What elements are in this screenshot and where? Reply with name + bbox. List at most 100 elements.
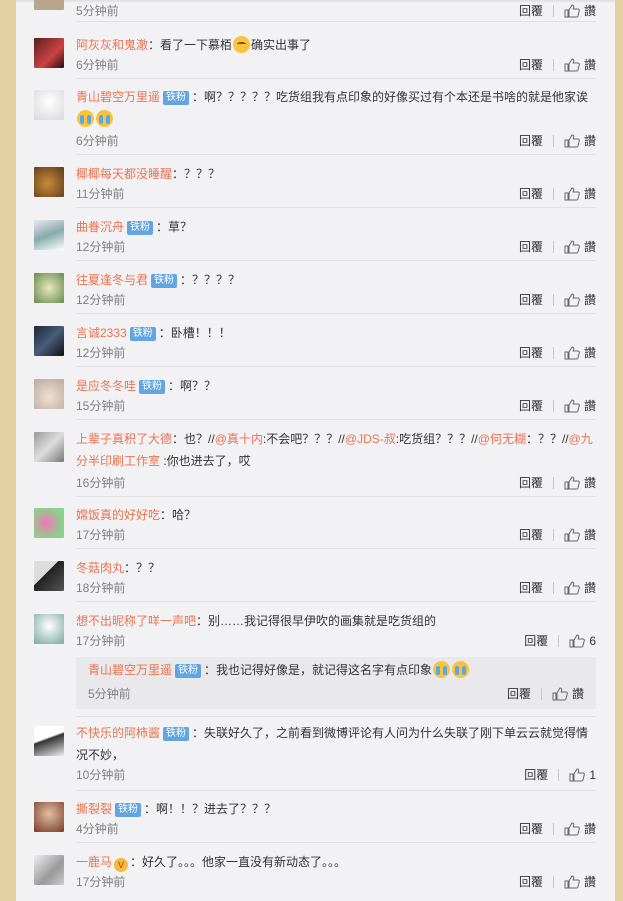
reply-button[interactable]: 回覆: [524, 632, 548, 650]
thumb-up-icon[interactable]: [564, 581, 580, 595]
thumb-up-icon[interactable]: [564, 476, 580, 490]
comment-username[interactable]: 言诚2333: [76, 326, 127, 340]
avatar[interactable]: [34, 167, 64, 197]
thumb-up-icon[interactable]: [564, 58, 580, 72]
mention-link[interactable]: @真十内: [215, 432, 263, 446]
like-button[interactable]: 讚: [584, 238, 596, 256]
thumb-up-icon[interactable]: [564, 875, 580, 889]
like-button[interactable]: 讚: [584, 344, 596, 362]
reply-button[interactable]: 回覆: [519, 56, 543, 74]
reply-button[interactable]: 回覆: [507, 685, 531, 703]
thumb-up-icon[interactable]: [564, 399, 580, 413]
like-button[interactable]: 讚: [584, 820, 596, 838]
like-button[interactable]: 讚: [584, 56, 596, 74]
avatar[interactable]: [34, 855, 64, 885]
avatar[interactable]: [34, 90, 64, 120]
comment-username[interactable]: 是应冬冬哇: [76, 379, 136, 393]
reply-button[interactable]: 回覆: [519, 344, 543, 362]
comment-username[interactable]: 曲眷沉舟: [76, 220, 124, 234]
thumb-up-icon[interactable]: [564, 528, 580, 542]
reply-button[interactable]: 回覆: [519, 397, 543, 415]
thumb-up-icon[interactable]: [564, 187, 580, 201]
fan-badge: 铁粉: [175, 664, 202, 678]
avatar[interactable]: [34, 561, 64, 591]
comment-username[interactable]: 往夏逢冬与君: [76, 273, 148, 287]
comment-text: ：？？//: [525, 432, 569, 446]
reply-button[interactable]: 回覆: [519, 873, 543, 891]
avatar[interactable]: [34, 432, 64, 462]
fan-badge: 铁粉: [127, 221, 154, 235]
sub-reply-username[interactable]: 青山碧空万里遥: [88, 663, 172, 677]
action-separator: [552, 59, 554, 71]
thumb-up-icon[interactable]: [564, 293, 580, 307]
comment-username[interactable]: 阿灰灰和鬼澈: [76, 38, 148, 52]
thumb-up-icon[interactable]: [569, 634, 586, 648]
reply-button[interactable]: 回覆: [519, 820, 543, 838]
mention-link[interactable]: 分半印刷工作室: [76, 454, 160, 468]
reply-button[interactable]: 回覆: [519, 474, 543, 492]
thumb-up-icon[interactable]: [569, 768, 586, 782]
comment-username[interactable]: 冬菇肉丸: [76, 561, 124, 575]
sub-reply-body: 青山碧空万里遥 铁粉 ：我也记得好像是，就记得这名字有点印象: [88, 659, 596, 681]
avatar[interactable]: [34, 379, 64, 409]
fan-badge: 铁粉: [151, 274, 178, 288]
comment-username[interactable]: 想不出昵称了咩一声吧: [76, 614, 196, 628]
mention-link[interactable]: @九: [569, 432, 593, 446]
avatar[interactable]: [34, 726, 64, 756]
like-button[interactable]: 讚: [584, 185, 596, 203]
avatar[interactable]: [34, 326, 64, 356]
reply-button[interactable]: 回覆: [519, 291, 543, 309]
like-button[interactable]: 讚: [584, 397, 596, 415]
avatar[interactable]: [34, 802, 64, 832]
like-button[interactable]: 讚: [584, 291, 596, 309]
like-button[interactable]: 讚: [584, 579, 596, 597]
comment-username[interactable]: 不快乐的阿柿酱: [76, 726, 160, 740]
thumb-up-icon[interactable]: [552, 687, 568, 701]
comment-username[interactable]: 嫦饭真的好好吃: [76, 508, 160, 522]
comment-username[interactable]: 一鹿马: [76, 855, 112, 869]
reply-button[interactable]: 回覆: [519, 526, 543, 544]
action-separator: [552, 823, 554, 835]
comment-body: 想不出昵称了咩一声吧：别……我记得很早伊吹的画集就是吃货组的: [76, 610, 596, 632]
reply-button[interactable]: 回覆: [519, 579, 543, 597]
comment-actions: 回覆 讚: [519, 132, 596, 150]
thumb-up-icon[interactable]: [564, 4, 580, 18]
like-button[interactable]: 讚: [584, 132, 596, 150]
like-button[interactable]: 讚: [584, 474, 596, 492]
thumb-up-icon[interactable]: [564, 346, 580, 360]
comment-actions: 回覆 讚: [519, 238, 596, 256]
like-button[interactable]: 讚: [584, 2, 596, 20]
comment-time: 10分钟前: [76, 768, 126, 782]
reply-button[interactable]: 回覆: [524, 766, 548, 784]
thumb-up-icon[interactable]: [564, 240, 580, 254]
comment-username[interactable]: 上辈子真积了大德: [76, 432, 172, 446]
reply-button[interactable]: 回覆: [519, 132, 543, 150]
comment-username[interactable]: 青山碧空万里遥: [76, 90, 160, 104]
reply-button[interactable]: 回覆: [519, 185, 543, 203]
avatar[interactable]: [34, 614, 64, 644]
avatar[interactable]: [34, 38, 64, 68]
comment-meta: 12分钟前 回覆 讚: [76, 344, 596, 362]
reply-button[interactable]: 回覆: [519, 2, 543, 20]
comment-divider: [76, 790, 596, 791]
mention-link[interactable]: @何无糊: [478, 432, 526, 446]
sad-emoji-icon: [233, 36, 251, 53]
avatar[interactable]: [34, 220, 64, 250]
comment-username[interactable]: 椰椰每天都没睡醒: [76, 167, 172, 181]
mention-link[interactable]: @JDS-叔: [345, 432, 396, 446]
comment-meta: 11分钟前 回覆 讚: [76, 185, 596, 203]
like-count[interactable]: 1: [589, 766, 596, 784]
comment-divider: [76, 154, 596, 155]
like-button[interactable]: 讚: [584, 526, 596, 544]
avatar[interactable]: [34, 273, 64, 303]
comment-username[interactable]: 撕裂裂: [76, 802, 112, 816]
like-button[interactable]: 讚: [584, 873, 596, 891]
avatar[interactable]: [34, 508, 64, 538]
reply-button[interactable]: 回覆: [519, 238, 543, 256]
comment-body: 阿灰灰和鬼澈：看了一下慕栢 确实出事了: [76, 34, 596, 56]
like-button[interactable]: 讚: [572, 685, 584, 703]
like-count[interactable]: 6: [589, 632, 596, 650]
avatar[interactable]: [34, 0, 64, 10]
thumb-up-icon[interactable]: [564, 822, 580, 836]
thumb-up-icon[interactable]: [564, 134, 580, 148]
